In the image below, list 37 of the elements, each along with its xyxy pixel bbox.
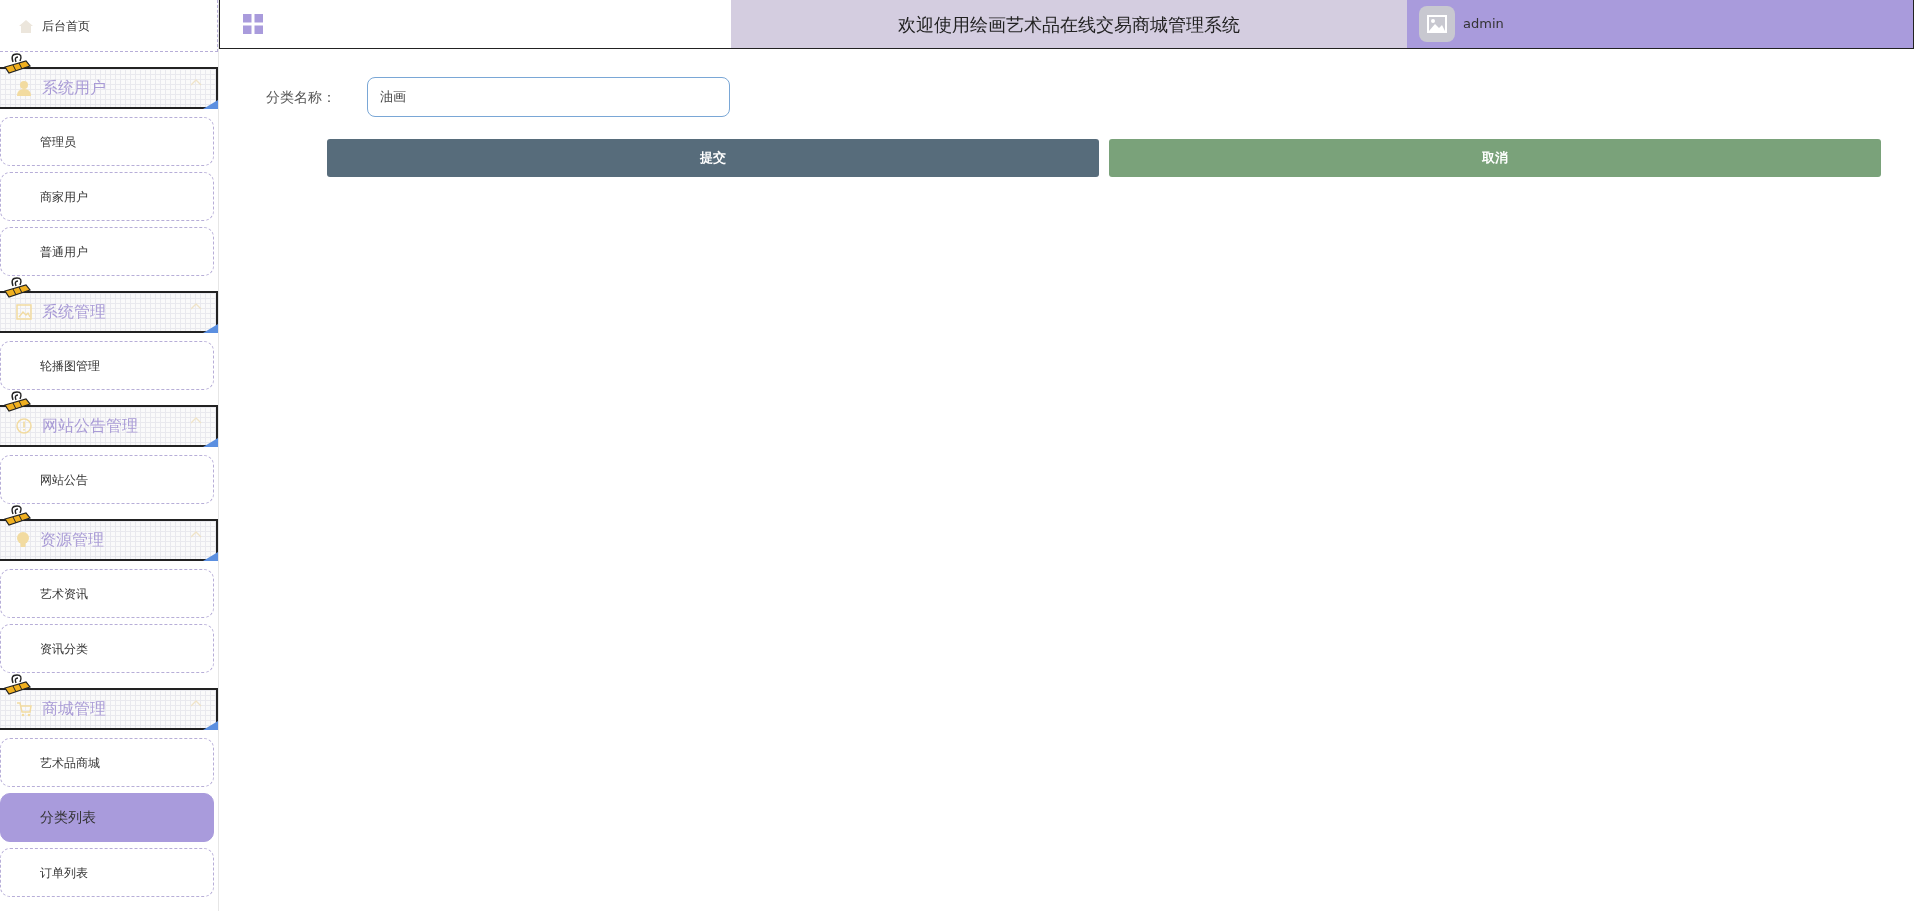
chevron-icon <box>190 78 202 86</box>
grid-menu-icon[interactable] <box>243 14 263 34</box>
binder-clip-icon <box>4 390 32 412</box>
chevron-icon <box>190 530 202 538</box>
user-name: admin <box>1463 15 1504 34</box>
menu-item[interactable]: 管理员 <box>0 117 214 166</box>
menu-item[interactable]: 资讯分类 <box>0 624 214 673</box>
binder-clip-icon <box>4 52 32 74</box>
menu-item[interactable]: 订单列表 <box>0 848 214 897</box>
category-name-field[interactable]: 油画 <box>367 77 730 117</box>
menu-item[interactable]: 商家用户 <box>0 172 214 221</box>
app-title: 欢迎使用绘画艺术品在线交易商城管理系统 <box>731 0 1407 48</box>
menu-item[interactable]: 普通用户 <box>0 227 214 276</box>
binder-clip-icon <box>4 276 32 298</box>
folded-corner-icon <box>203 438 218 447</box>
picture-icon <box>16 304 32 320</box>
person-icon <box>16 80 32 96</box>
house-icon <box>18 18 34 33</box>
field-label: 分类名称： <box>266 87 337 107</box>
bulb-icon <box>16 532 30 548</box>
chevron-icon <box>190 302 202 310</box>
menu-item[interactable]: 艺术品商城 <box>0 738 214 787</box>
chevron-icon <box>190 416 202 424</box>
binder-clip-icon <box>4 504 32 526</box>
folded-corner-icon <box>203 721 218 730</box>
home-menu-item[interactable]: 后台首页 <box>0 0 218 52</box>
image-icon <box>1427 15 1447 33</box>
submit-button[interactable]: 提交 <box>327 139 1099 177</box>
chevron-icon <box>190 699 202 707</box>
binder-clip-icon <box>4 673 32 695</box>
info-icon <box>16 418 32 434</box>
menu-item[interactable]: 轮播图管理 <box>0 341 214 390</box>
cart-icon <box>16 701 32 717</box>
menu-item[interactable]: 艺术资讯 <box>0 569 214 618</box>
menu-item[interactable]: 分类列表 <box>0 793 214 842</box>
menu-item[interactable]: 网站公告 <box>0 455 214 504</box>
folded-corner-icon <box>203 100 218 109</box>
